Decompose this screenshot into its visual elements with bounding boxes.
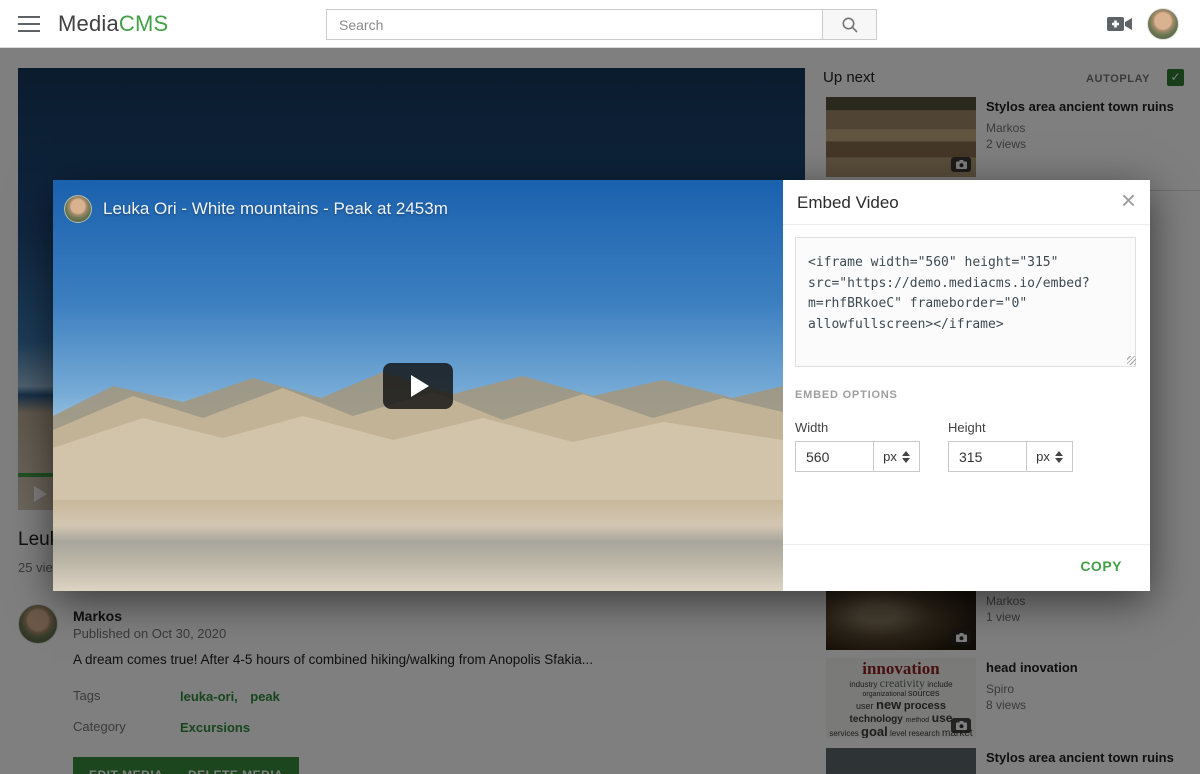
- top-header: MediaCMS: [0, 0, 1200, 48]
- uploader-avatar[interactable]: [64, 195, 92, 223]
- user-avatar[interactable]: [1147, 8, 1179, 40]
- modal-title: Embed Video: [797, 193, 899, 213]
- search-button[interactable]: [822, 9, 877, 40]
- height-unit-select[interactable]: px: [1027, 441, 1073, 472]
- width-unit-value: px: [883, 449, 897, 464]
- spinner-arrows-icon: [1055, 451, 1063, 463]
- play-button[interactable]: [383, 363, 453, 409]
- search-input[interactable]: [326, 9, 822, 40]
- embed-video-modal: Embed Video × <iframe width="560" height…: [783, 180, 1150, 591]
- embed-popup: Leuka Ori - White mountains - Peak at 24…: [53, 180, 1150, 591]
- spinner-arrows-icon: [902, 451, 910, 463]
- embed-code-textarea[interactable]: <iframe width="560" height="315" src="ht…: [795, 237, 1136, 367]
- width-input[interactable]: [795, 441, 874, 472]
- modal-footer-divider: [783, 544, 1150, 545]
- modal-title-divider: [783, 224, 1150, 225]
- mediacms-logo[interactable]: MediaCMS: [58, 11, 168, 37]
- close-icon[interactable]: ×: [1121, 185, 1136, 216]
- height-label: Height: [948, 420, 986, 435]
- embed-options-label: EMBED OPTIONS: [795, 389, 898, 401]
- height-unit-value: px: [1036, 449, 1050, 464]
- height-input[interactable]: [948, 441, 1027, 472]
- embed-video-preview[interactable]: Leuka Ori - White mountains - Peak at 24…: [53, 180, 783, 591]
- upload-media-icon[interactable]: [1106, 14, 1134, 34]
- preview-video-title: Leuka Ori - White mountains - Peak at 24…: [103, 199, 448, 219]
- play-icon: [411, 375, 429, 397]
- mediacms-app: Leuka Ori - White mountains - Peak at 24…: [0, 0, 1200, 774]
- resize-handle-icon[interactable]: [1127, 356, 1136, 365]
- width-unit-select[interactable]: px: [874, 441, 920, 472]
- menu-icon[interactable]: [18, 15, 40, 33]
- width-label: Width: [795, 420, 828, 435]
- copy-button[interactable]: COPY: [1080, 558, 1122, 574]
- search-bar: [326, 9, 877, 40]
- search-icon: [841, 16, 859, 34]
